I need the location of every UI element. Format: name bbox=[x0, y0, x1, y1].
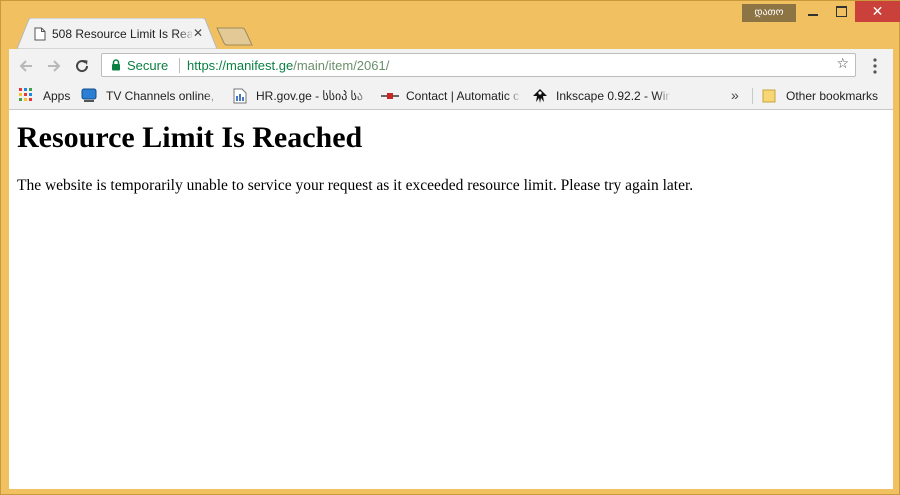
url-path: /main/item/2061/ bbox=[293, 58, 390, 73]
tab-close-icon[interactable]: ✕ bbox=[193, 26, 203, 40]
menu-icon[interactable] bbox=[871, 58, 879, 74]
minimize-icon bbox=[808, 13, 818, 16]
bookmark-label: Inkscape 0.92.2 - Win bbox=[556, 89, 670, 103]
lock-icon[interactable] bbox=[111, 59, 121, 71]
url-host: https://manifest.ge bbox=[187, 58, 294, 73]
reload-icon bbox=[76, 60, 89, 73]
bookmark-label: Apps bbox=[43, 89, 71, 103]
bookmark-label: TV Channels online, v bbox=[106, 89, 218, 103]
tv-icon bbox=[81, 88, 97, 102]
maximize-button[interactable] bbox=[827, 1, 855, 22]
browser-window: დათო ✕ 508 Resource Limit Is Reached ✕ bbox=[0, 0, 900, 495]
inkscape-icon bbox=[533, 89, 547, 103]
toolbar: Secure https://manifest.ge/main/item/206… bbox=[9, 49, 893, 83]
forward-button[interactable] bbox=[45, 57, 63, 75]
profile-button[interactable]: დათო bbox=[742, 4, 796, 22]
bookmark-label: Contact | Automatic c bbox=[406, 89, 520, 103]
address-bar[interactable]: Secure https://manifest.ge/main/item/206… bbox=[101, 53, 856, 77]
close-icon: ✕ bbox=[871, 3, 884, 20]
security-label[interactable]: Secure bbox=[127, 58, 168, 73]
minimize-button[interactable] bbox=[799, 1, 827, 22]
bookmarks-divider bbox=[752, 88, 753, 104]
forward-arrow-icon bbox=[48, 60, 61, 72]
back-arrow-icon bbox=[19, 60, 32, 72]
page-title: Resource Limit Is Reached bbox=[17, 121, 363, 154]
document-icon bbox=[233, 88, 247, 104]
tab-title: 508 Resource Limit Is Reached bbox=[52, 27, 192, 41]
url-text[interactable]: https://manifest.ge/main/item/2061/ bbox=[187, 58, 389, 73]
site-logo-icon bbox=[381, 93, 399, 99]
maximize-icon bbox=[835, 6, 847, 17]
address-divider bbox=[179, 58, 180, 73]
tab-active[interactable]: 508 Resource Limit Is Reached ✕ bbox=[17, 18, 217, 49]
other-bookmarks-label: Other bookmarks bbox=[786, 89, 879, 103]
bookmark-star-icon[interactable]: ☆ bbox=[836, 56, 849, 72]
folder-icon bbox=[762, 89, 776, 103]
page-icon bbox=[34, 27, 46, 41]
reload-button[interactable] bbox=[73, 57, 91, 75]
new-tab-button[interactable] bbox=[216, 27, 254, 47]
bookmarks-bar: Apps TV Channels online, v HR.gov.ge - ს… bbox=[9, 83, 893, 110]
bookmark-label: HR.gov.ge - სსიპ სა bbox=[256, 89, 364, 103]
error-message: The website is temporarily unable to ser… bbox=[17, 177, 694, 194]
back-button[interactable] bbox=[17, 57, 35, 75]
bookmarks-overflow-button[interactable]: » bbox=[731, 87, 739, 103]
apps-grid-icon bbox=[19, 88, 32, 101]
page-content: Resource Limit Is Reached The website is… bbox=[9, 110, 893, 489]
close-window-button[interactable]: ✕ bbox=[855, 1, 900, 22]
